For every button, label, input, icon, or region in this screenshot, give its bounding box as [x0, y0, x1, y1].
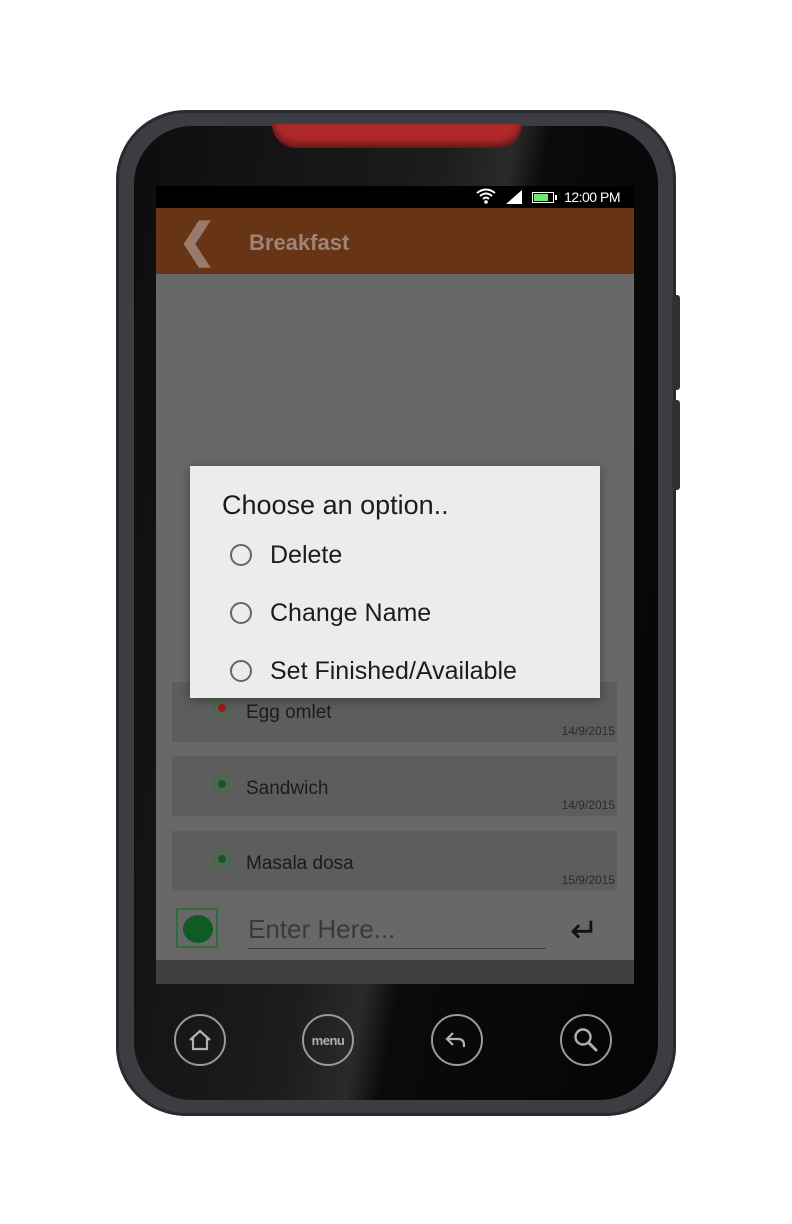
search-icon[interactable] [560, 1014, 612, 1066]
option-change-name[interactable]: Change Name [230, 596, 431, 630]
wifi-icon [476, 188, 496, 207]
signal-icon [506, 190, 523, 204]
volume-button [672, 295, 680, 390]
option-label: Delete [270, 540, 343, 569]
list-item[interactable]: Sandwich 14/9/2015 [172, 756, 617, 816]
menu-button[interactable]: menu [302, 1014, 354, 1066]
app-bar: ❮ Breakfast [156, 208, 634, 274]
status-bar: 12:00 PM [156, 186, 634, 208]
option-label: Set Finished/Available [270, 656, 517, 685]
radio-button[interactable] [230, 544, 252, 566]
radio-button[interactable] [230, 660, 252, 682]
status-checkbox[interactable] [214, 776, 230, 792]
power-button [672, 400, 680, 490]
chevron-left-icon[interactable]: ❮ [178, 217, 217, 263]
option-set-finished[interactable]: Set Finished/Available [230, 654, 517, 688]
status-time: 12:00 PM [564, 189, 620, 205]
item-date: 15/9/2015 [561, 873, 615, 887]
menu-label: menu [311, 1032, 345, 1048]
enter-arrow-icon[interactable]: ↵ [570, 914, 599, 948]
page-title: Breakfast [249, 230, 350, 255]
back-arrow-icon[interactable] [431, 1014, 483, 1066]
item-name: Egg omlet [246, 702, 332, 723]
earpiece-speaker [272, 124, 522, 148]
option-label: Change Name [270, 598, 432, 627]
item-input[interactable]: Enter Here... [248, 914, 546, 949]
item-name: Sandwich [246, 778, 329, 799]
item-name: Masala dosa [246, 853, 354, 874]
list-item[interactable]: Masala dosa 15/9/2015 [172, 831, 617, 891]
options-dialog: Choose an option.. Delete Change Name Se… [190, 466, 600, 698]
dialog-title: Choose an option.. [222, 490, 449, 520]
option-delete[interactable]: Delete [230, 538, 342, 572]
status-checkbox[interactable] [214, 700, 230, 716]
item-date: 14/9/2015 [561, 798, 615, 812]
home-icon[interactable] [174, 1014, 226, 1066]
screen-bottom-bar [156, 960, 634, 984]
status-checkbox[interactable] [214, 851, 230, 867]
new-item-status-checkbox[interactable] [176, 908, 218, 948]
item-date: 14/9/2015 [561, 724, 615, 738]
input-row: Enter Here... ↵ [156, 898, 634, 960]
radio-button[interactable] [230, 602, 252, 624]
battery-icon [532, 191, 558, 203]
